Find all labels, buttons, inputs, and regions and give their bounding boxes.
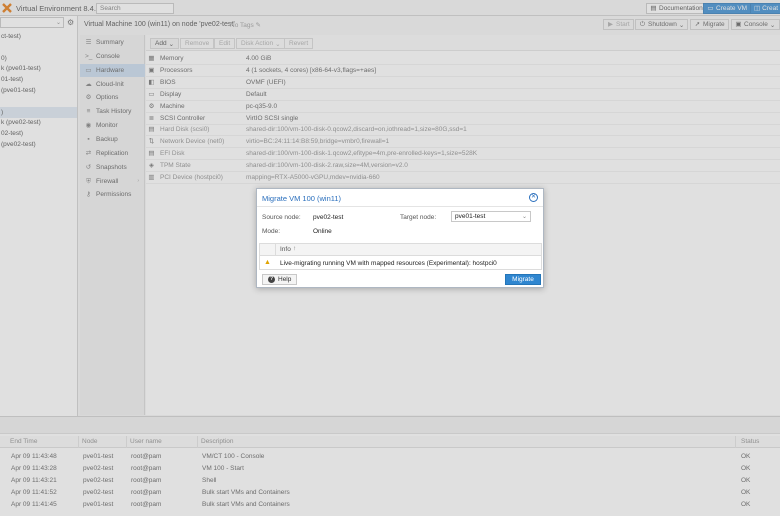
migrate-button[interactable]: Migrate (505, 274, 541, 285)
migrate-dialog: Migrate VM 100 (win11) ✕ Source node: pv… (256, 188, 544, 288)
question-icon: ? (268, 276, 275, 283)
warning-message: Live-migrating running VM with mapped re… (280, 260, 497, 267)
source-node-value: pve02-test (313, 214, 344, 221)
close-icon[interactable]: ✕ (529, 193, 538, 202)
help-label: Help (278, 276, 292, 283)
target-node-label: Target node: (400, 214, 437, 221)
info-column-header[interactable]: Info ↑ (260, 244, 541, 256)
source-node-label: Source node: (262, 214, 301, 221)
dialog-title: Migrate VM 100 (win11) (262, 194, 342, 203)
help-button[interactable]: ? Help (262, 274, 298, 285)
target-node-value: pve01-test (455, 213, 486, 220)
info-header-label: Info (280, 246, 291, 253)
column-divider (275, 244, 276, 256)
target-node-select[interactable]: pve01-test ⌄ (451, 211, 531, 222)
mode-label: Mode: (262, 228, 281, 235)
info-grid: Info ↑ ▲ Live-migrating running VM with … (259, 243, 542, 270)
dialog-divider (257, 206, 543, 207)
mode-value: Online (313, 228, 332, 235)
warning-icon: ▲ (264, 259, 271, 266)
chevron-down-icon: ⌄ (521, 214, 527, 220)
sort-arrow-icon: ↑ (293, 245, 297, 252)
